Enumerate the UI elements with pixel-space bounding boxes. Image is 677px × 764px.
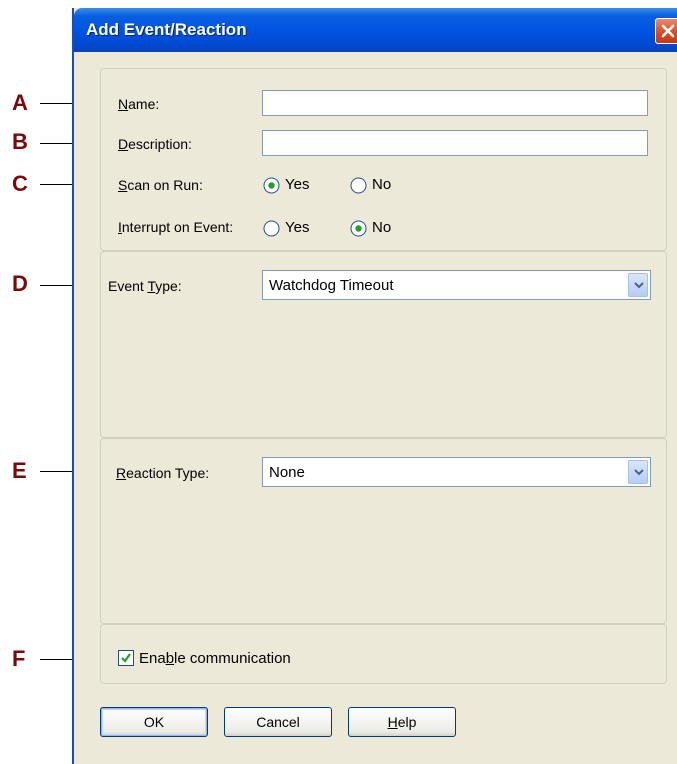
scan-on-run-label: Scan on Run: <box>118 177 203 193</box>
help-button[interactable]: Help <box>348 707 456 737</box>
reaction-type-value: None <box>269 464 305 481</box>
enable-communication-checkbox[interactable] <box>118 650 134 666</box>
ok-button[interactable]: OK <box>100 707 208 737</box>
reaction-type-label: Reaction Type: <box>116 465 210 481</box>
close-icon <box>661 24 675 38</box>
title-bar[interactable]: Add Event/Reaction <box>74 8 677 52</box>
callout-b: B <box>12 129 28 154</box>
reaction-type-dropdown-button[interactable] <box>628 460 648 484</box>
chevron-down-icon <box>634 282 644 289</box>
callout-d: D <box>12 271 28 296</box>
close-button[interactable] <box>655 18 677 44</box>
scan-on-run-no-label: No <box>372 176 392 193</box>
interrupt-on-event-yes-radio[interactable] <box>263 220 280 237</box>
name-input[interactable] <box>262 90 648 116</box>
callout-c: C <box>12 171 28 196</box>
add-event-reaction-dialog: Add Event/Reaction Name: Description: Sc… <box>72 8 677 764</box>
interrupt-on-event-label: Interrupt on Event: <box>118 219 234 235</box>
checkmark-icon <box>121 653 131 663</box>
scan-on-run-yes-radio[interactable] <box>263 177 280 194</box>
event-type-label: Event Type: <box>108 278 182 294</box>
description-label: Description: <box>118 136 192 152</box>
chevron-down-icon <box>634 469 644 476</box>
callout-e: E <box>12 458 27 483</box>
event-type-select[interactable]: Watchdog Timeout <box>262 270 651 300</box>
callout-a: A <box>12 90 28 115</box>
callout-f: F <box>12 646 26 671</box>
scan-on-run-no-radio[interactable] <box>350 177 367 194</box>
dialog-title: Add Event/Reaction <box>86 20 247 39</box>
reaction-type-select[interactable]: None <box>262 457 651 487</box>
interrupt-on-event-no-label: No <box>372 219 392 236</box>
interrupt-on-event-yes-label: Yes <box>285 219 310 236</box>
interrupt-on-event-no-radio[interactable] <box>350 220 367 237</box>
enable-communication-label: Enable communication <box>139 650 291 667</box>
scan-on-run-yes-label: Yes <box>285 176 310 193</box>
event-type-value: Watchdog Timeout <box>269 277 394 294</box>
event-type-dropdown-button[interactable] <box>628 273 648 297</box>
name-label: Name: <box>118 96 160 112</box>
cancel-button[interactable]: Cancel <box>224 707 332 737</box>
description-input[interactable] <box>262 130 648 156</box>
